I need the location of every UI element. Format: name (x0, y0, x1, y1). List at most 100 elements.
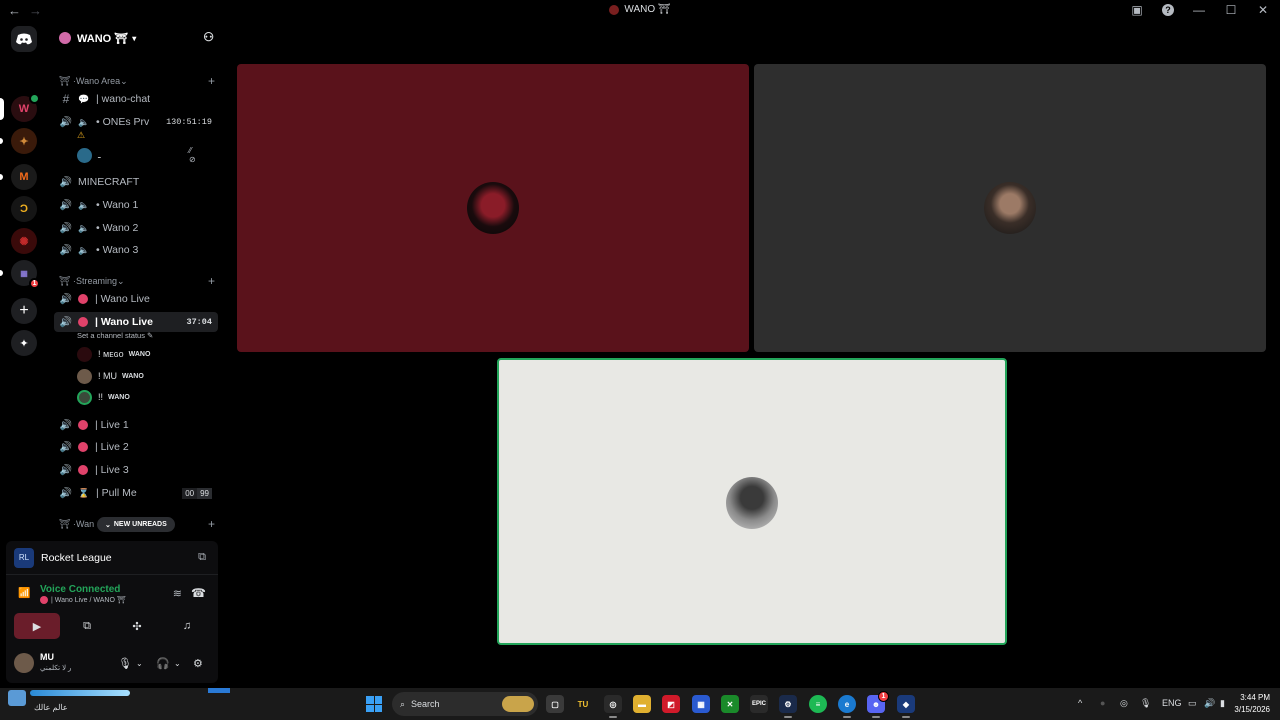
voice-status-title[interactable]: Voice Connected (40, 584, 120, 595)
home-button[interactable] (11, 26, 37, 52)
channel-wano-live-active[interactable]: 🔊 | Wano Live 37:04 (54, 312, 218, 332)
microphone-icon[interactable]: 🎙 (1140, 698, 1151, 709)
file-explorer-icon[interactable]: ▬ (633, 695, 651, 713)
soundboard-button[interactable]: ♫ (164, 613, 210, 639)
channel-wano-3[interactable]: 🔊 🔈 • Wano 3 (54, 240, 218, 260)
activity-panel[interactable]: RL Rocket League ⧉ (6, 541, 218, 575)
user-count: 00 (182, 487, 198, 499)
amd-icon[interactable]: ◩ (662, 695, 680, 713)
taskbar-app-tu[interactable]: TU (574, 695, 592, 713)
channel-live-2[interactable]: 🔊 | Live 2 (54, 437, 218, 457)
settings-gear-icon[interactable]: ⚙ (193, 657, 203, 670)
spotify-icon[interactable]: ≡ (809, 695, 827, 713)
server-folder[interactable]: ▦ 1 (11, 260, 40, 289)
channel-wano-chat[interactable]: # 💬 | wano-chat (54, 89, 218, 109)
voice-channel-link[interactable]: | Wano Live / WANO ⛩ (40, 596, 126, 604)
headphones-icon[interactable]: 🎧 (156, 657, 170, 670)
noise-suppression-icon[interactable]: ≋ (173, 587, 182, 600)
voice-member[interactable]: !! WANO (77, 388, 130, 406)
channel-name: • ONEs Prv (96, 116, 150, 128)
channel-live-1[interactable]: 🔊 | Live 1 (54, 415, 218, 435)
participant-tile[interactable] (754, 64, 1266, 352)
tray-app-icon[interactable]: ● (1100, 698, 1105, 708)
server-icon-3[interactable]: M (11, 164, 37, 190)
channel-wano-1[interactable]: 🔊 🔈 • Wano 1 (54, 195, 218, 215)
windows-logo-icon (374, 704, 382, 712)
username[interactable]: MU (40, 652, 54, 662)
category-wano-area[interactable]: ⛩ · Wano Area ⌄ + (59, 74, 219, 88)
close-button[interactable]: ✕ (1256, 3, 1270, 17)
participant-tile[interactable] (237, 64, 749, 352)
activities-button[interactable]: ✣ (114, 613, 160, 639)
chevron-down-icon[interactable]: ⌄ (174, 659, 181, 668)
epic-games-icon[interactable]: EPIC (750, 695, 768, 713)
server-logo (59, 32, 71, 44)
edge-icon[interactable]: e (838, 695, 856, 718)
chrome-icon[interactable]: ◎ (604, 695, 622, 718)
category-icon: ⛩ · (59, 275, 76, 286)
new-unreads-button[interactable]: ⌄ NEW UNREADS (97, 517, 175, 532)
channel-status-link[interactable]: Set a channel status ✎ (77, 331, 153, 340)
task-view-icon[interactable]: ▢ (546, 695, 564, 713)
language-indicator[interactable]: ENG (1162, 698, 1182, 708)
windows-logo-icon (366, 704, 374, 712)
channel-name: | Live 2 (95, 441, 129, 453)
create-channel-icon[interactable]: + (208, 74, 215, 88)
tray-app-icon[interactable]: ◎ (1120, 698, 1128, 709)
voice-member[interactable]: ! MU WANO (77, 367, 144, 385)
signal-icon[interactable]: 📶 (18, 588, 30, 599)
server-header[interactable]: WANO ⛩ ▾ ⚇ (50, 28, 222, 48)
screen-share-button[interactable]: ⧉ (64, 613, 110, 639)
channel-pull-me[interactable]: 🔊 ⌛ | Pull Me 00 99 (54, 483, 218, 503)
channel-wano-live[interactable]: 🔊 | Wano Live (54, 289, 218, 309)
channel-minecraft[interactable]: 🔊 MINECRAFT (54, 172, 218, 192)
disconnect-icon[interactable]: ☎ (191, 586, 206, 600)
clock[interactable]: 3:44 PM 3/15/2026 (1234, 692, 1270, 716)
clock-time: 3:44 PM (1240, 693, 1270, 702)
server-wano[interactable]: W (11, 93, 40, 122)
notification-badge: 1 (878, 691, 889, 702)
taskbar-search[interactable]: ⌕ Search (392, 692, 538, 716)
chevron-up-icon[interactable]: ^ (1078, 698, 1082, 708)
xbox-icon[interactable]: ✕ (721, 695, 739, 713)
battery-icon[interactable]: ▮ (1220, 698, 1225, 709)
discord-taskbar-icon[interactable]: ☻ 1 (867, 691, 889, 718)
speech-bubble-icon: 💬 (78, 93, 90, 104)
discover-icon[interactable]: ✦ (11, 330, 37, 356)
maximize-button[interactable]: ☐ (1224, 3, 1238, 17)
server-icon-4[interactable]: Ɔ (11, 196, 37, 222)
participant-tile-speaking[interactable] (497, 358, 1007, 645)
add-server-button[interactable]: + (11, 298, 37, 324)
avatar[interactable] (14, 653, 34, 673)
share-screen-icon[interactable]: ⧉ (198, 551, 206, 564)
create-channel-icon[interactable]: + (208, 274, 215, 288)
server-icon-5[interactable]: ✺ (11, 228, 37, 254)
camera-button[interactable]: ▶ (14, 613, 60, 639)
channel-ones-prv[interactable]: 🔊 🔈 • ONEs Prv 130:51:19 (54, 112, 218, 132)
search-icon: ⌕ (400, 698, 406, 709)
channel-wano-2[interactable]: 🔊 🔈 • Wano 2 (54, 218, 218, 238)
voice-member[interactable]: ! ᴍᴇɢᴏ WANO (77, 345, 150, 363)
help-icon[interactable]: ? (1162, 4, 1174, 16)
channel-name: | Live 3 (95, 464, 129, 476)
create-channel-icon[interactable]: + (208, 517, 215, 531)
volume-icon[interactable]: 🔊 (1204, 698, 1215, 709)
voice-indicator-icon (29, 93, 40, 104)
microphone-icon[interactable]: 🎙 (118, 657, 132, 670)
weather-widget[interactable]: عالم عالك (0, 688, 230, 720)
network-icon[interactable]: ▭ (1188, 698, 1197, 709)
rocket-league-taskbar-icon[interactable]: ◆ (897, 695, 915, 718)
add-member-icon[interactable]: ⚇ (203, 30, 214, 44)
store-icon[interactable]: ▦ (692, 695, 710, 713)
inbox-icon[interactable]: ▣ (1130, 3, 1144, 17)
steam-icon[interactable]: ⚙ (779, 695, 797, 718)
server-icon-2[interactable]: ✦ (11, 128, 37, 154)
channel-live-3[interactable]: 🔊 | Live 3 (54, 460, 218, 480)
search-label: Search (411, 699, 440, 709)
minimize-button[interactable]: — (1192, 3, 1206, 17)
chevron-down-icon[interactable]: ⌄ (136, 659, 143, 668)
widget-bar (208, 688, 230, 693)
voice-member[interactable]: ـ ⁄⁄ ⊘ (77, 146, 196, 164)
start-button[interactable] (366, 696, 382, 712)
category-streaming[interactable]: ⛩ · Streaming ⌄ + (59, 274, 219, 288)
